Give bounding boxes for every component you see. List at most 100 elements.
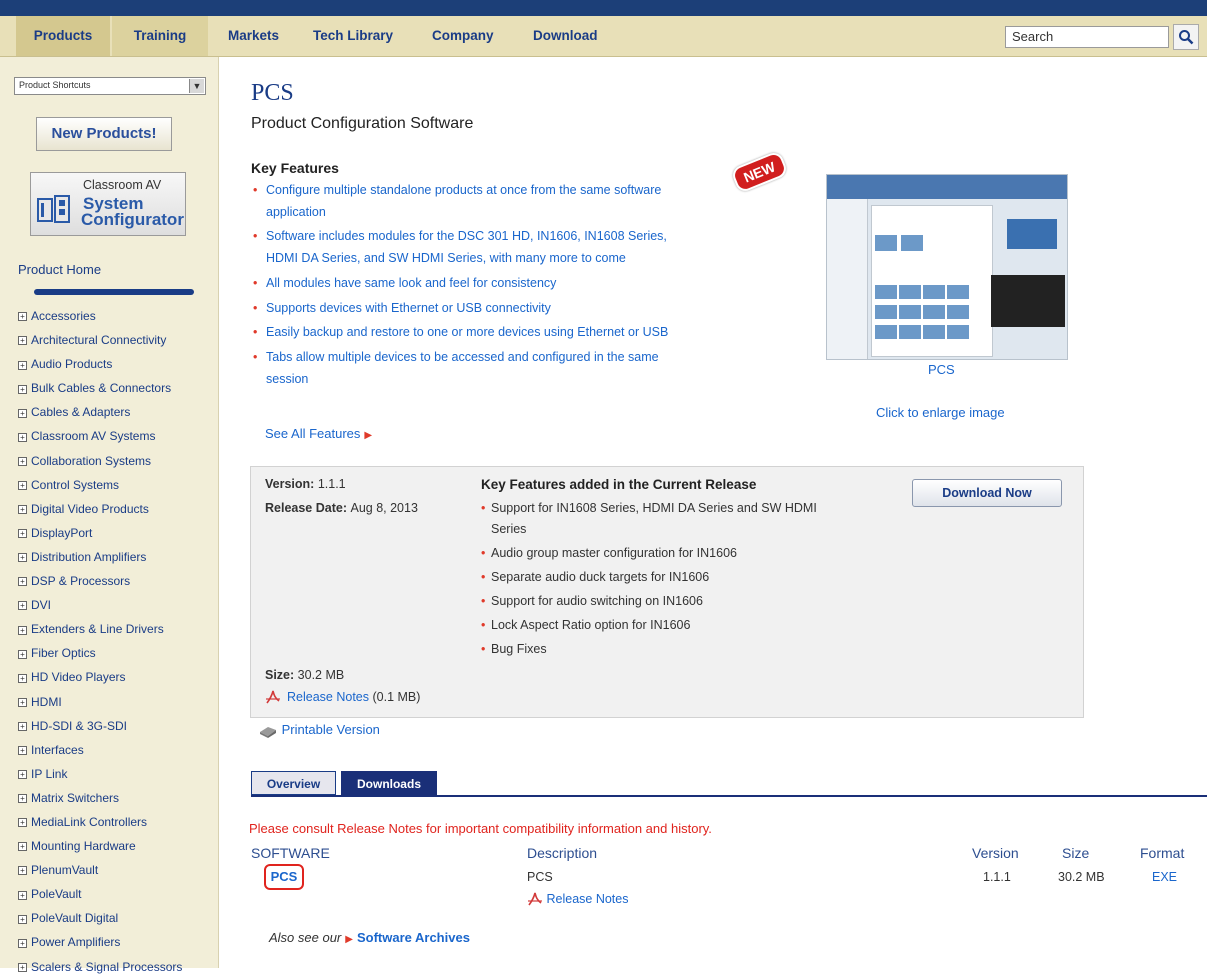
expand-icon[interactable]: + [18, 697, 27, 707]
sidebar-category-item[interactable]: + DVI [18, 593, 182, 617]
expand-icon[interactable]: + [18, 625, 27, 635]
expand-icon[interactable]: + [18, 818, 27, 828]
sidebar-category-item[interactable]: + PoleVault [18, 882, 182, 906]
key-features-list: Configure multiple standalone products a… [251, 180, 671, 393]
sidebar-category-label: Bulk Cables & Connectors [31, 381, 172, 396]
arrow-right-icon: ▶ [345, 934, 353, 945]
col-header-description: Description [527, 845, 598, 861]
sidebar-category-label: DisplayPort [31, 525, 93, 540]
expand-icon[interactable]: + [18, 553, 27, 563]
tab-overview[interactable]: Overview [251, 771, 336, 795]
thumb-header [827, 175, 1067, 199]
expand-icon[interactable]: + [18, 336, 27, 346]
expand-icon[interactable]: + [18, 914, 27, 924]
new-products-button[interactable]: New Products! [36, 117, 172, 151]
sidebar-category-item[interactable]: + Cables & Adapters [18, 400, 182, 424]
sidebar-category-item[interactable]: + Control Systems [18, 473, 182, 497]
sidebar-category-item[interactable]: + Scalers & Signal Processors [18, 955, 182, 979]
sidebar-category-item[interactable]: + Power Amplifiers [18, 930, 182, 954]
expand-icon[interactable]: + [18, 384, 27, 394]
expand-icon[interactable]: + [18, 770, 27, 780]
expand-icon[interactable]: + [18, 432, 27, 442]
image-caption-link[interactable]: PCS [928, 362, 955, 377]
sidebar-category-item[interactable]: + Extenders & Line Drivers [18, 617, 182, 641]
sidebar-category-item[interactable]: + Architectural Connectivity [18, 328, 182, 352]
sidebar-category-item[interactable]: + Matrix Switchers [18, 786, 182, 810]
nav-markets[interactable]: Markets [228, 16, 279, 56]
nav-tech-library[interactable]: Tech Library [313, 16, 393, 56]
chevron-down-icon[interactable]: ▼ [189, 79, 204, 93]
nav-download[interactable]: Download [533, 16, 598, 56]
expand-icon[interactable]: + [18, 962, 27, 972]
sidebar-category-item[interactable]: + DisplayPort [18, 521, 182, 545]
sidebar-category-item[interactable]: + HD-SDI & 3G-SDI [18, 714, 182, 738]
tab-downloads[interactable]: Downloads [341, 771, 437, 795]
sidebar-category-item[interactable]: + PoleVault Digital [18, 906, 182, 930]
sidebar-category-item[interactable]: + Interfaces [18, 738, 182, 762]
sidebar-category-item[interactable]: + PlenumVault [18, 858, 182, 882]
product-screenshot-image[interactable] [826, 174, 1068, 360]
expand-icon[interactable]: + [18, 480, 27, 490]
software-archives-link[interactable]: Software Archives [357, 930, 470, 945]
sidebar-category-item[interactable]: + Bulk Cables & Connectors [18, 376, 182, 400]
expand-icon[interactable]: + [18, 866, 27, 876]
thumb-block [947, 285, 969, 299]
current-release-heading: Key Features added in the Current Releas… [481, 477, 757, 492]
sidebar-category-label: PoleVault [31, 887, 82, 902]
expand-icon[interactable]: + [18, 794, 27, 804]
download-now-button[interactable]: Download Now [912, 479, 1062, 507]
printable-version-link[interactable]: Printable Version [258, 722, 380, 739]
pcs-software-link[interactable]: PCS [264, 864, 304, 890]
nav-training[interactable]: Training [112, 16, 208, 56]
download-format-link[interactable]: EXE [1152, 870, 1177, 884]
sidebar-category-item[interactable]: + Audio Products [18, 352, 182, 376]
sidebar-category-item[interactable]: + MediaLink Controllers [18, 810, 182, 834]
sidebar-category-item[interactable]: + Fiber Optics [18, 641, 182, 665]
sidebar-category-item[interactable]: + Mounting Hardware [18, 834, 182, 858]
main-nav: Products Training Markets Tech Library C… [0, 16, 1207, 57]
nav-products[interactable]: Products [16, 16, 110, 56]
expand-icon[interactable]: + [18, 721, 27, 731]
product-shortcuts-select[interactable]: Product Shortcuts ▼ [14, 77, 206, 95]
nav-company[interactable]: Company [432, 16, 494, 56]
sidebar-category-item[interactable]: + DSP & Processors [18, 569, 182, 593]
search-input[interactable]: Search [1005, 26, 1169, 48]
sidebar-category-item[interactable]: + Distribution Amplifiers [18, 545, 182, 569]
sidebar-category-item[interactable]: + Classroom AV Systems [18, 424, 182, 448]
enlarge-image-link[interactable]: Click to enlarge image [876, 405, 1005, 420]
see-all-features-link[interactable]: See All Features ▶ [265, 426, 372, 441]
expand-icon[interactable]: + [18, 673, 27, 683]
expand-icon[interactable]: + [18, 456, 27, 466]
expand-icon[interactable]: + [18, 746, 27, 756]
expand-icon[interactable]: + [18, 577, 27, 587]
product-home-link[interactable]: Product Home [18, 262, 101, 277]
search-icon [1179, 30, 1194, 45]
expand-icon[interactable]: + [18, 842, 27, 852]
expand-icon[interactable]: + [18, 529, 27, 539]
expand-icon[interactable]: + [18, 938, 27, 948]
expand-icon[interactable]: + [18, 360, 27, 370]
col-header-format: Format [1140, 845, 1185, 861]
download-release-notes-row: Release Notes [527, 892, 628, 907]
system-configurator-button[interactable]: Classroom AV System Configurator [30, 172, 186, 236]
sidebar-category-label: Power Amplifiers [31, 935, 121, 950]
expand-icon[interactable]: + [18, 601, 27, 611]
expand-icon[interactable]: + [18, 890, 27, 900]
thumb-block [875, 285, 897, 299]
sidebar-category-item[interactable]: + HD Video Players [18, 665, 182, 689]
sidebar-category-item[interactable]: + Digital Video Products [18, 497, 182, 521]
expand-icon[interactable]: + [18, 505, 27, 515]
expand-icon[interactable]: + [18, 408, 27, 418]
sidebar-category-item[interactable]: + Collaboration Systems [18, 449, 182, 473]
feature-item: All modules have same look and feel for … [251, 273, 671, 295]
download-release-notes-link[interactable]: Release Notes [546, 892, 628, 906]
sidebar-category-item[interactable]: + IP Link [18, 762, 182, 786]
thumb-block [875, 305, 897, 319]
expand-icon[interactable]: + [18, 649, 27, 659]
sidebar-category-item[interactable]: + Accessories [18, 304, 182, 328]
expand-icon[interactable]: + [18, 312, 27, 322]
release-notes-link[interactable]: Release Notes [287, 690, 369, 704]
search-button[interactable] [1173, 24, 1199, 50]
thumb-block [947, 305, 969, 319]
sidebar-category-item[interactable]: + HDMI [18, 690, 182, 714]
